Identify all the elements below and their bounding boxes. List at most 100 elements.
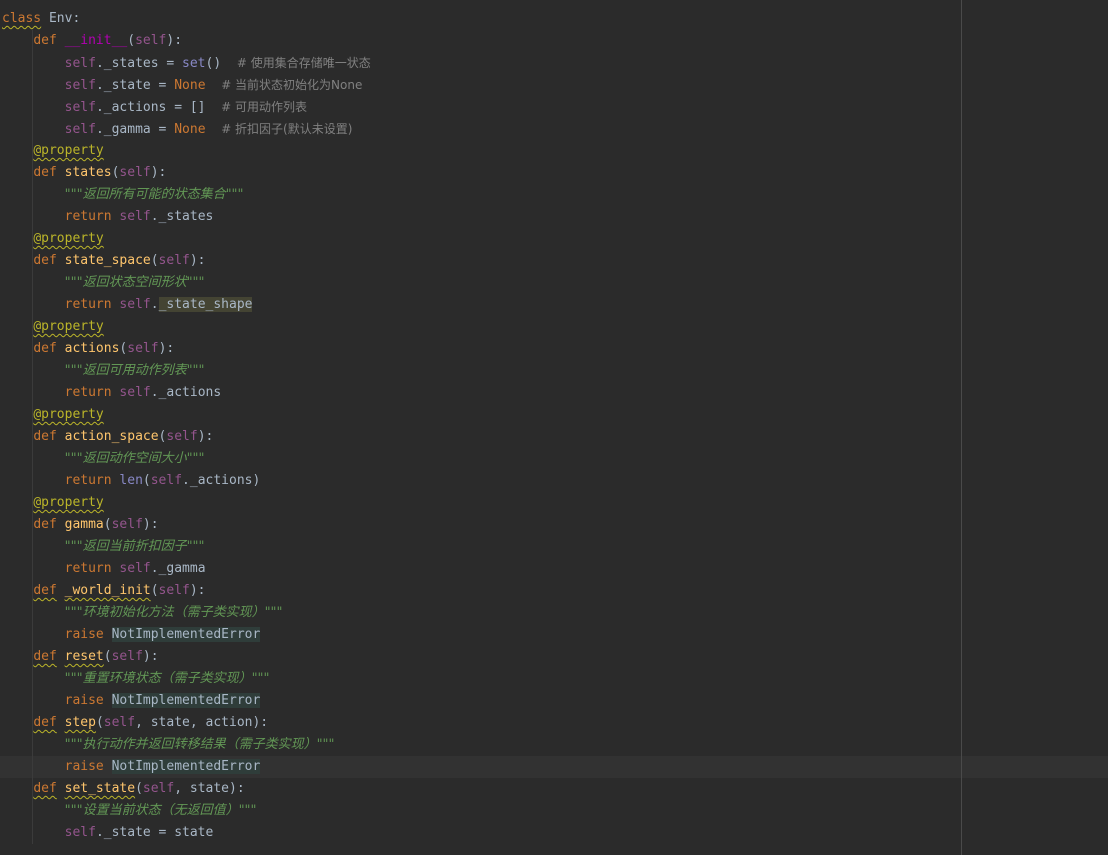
method-name: action_space	[64, 429, 159, 444]
self-keyword: self	[150, 473, 183, 488]
code-editor[interactable]: class Env: def __init__(self): self._sta…	[0, 0, 1108, 855]
comment: # 当前状态初始化为None	[221, 78, 363, 92]
exception-name[interactable]: NotImplementedError	[111, 759, 261, 774]
code-line[interactable]: self._state = None # 当前状态初始化为None	[2, 74, 371, 96]
keyword: def	[33, 253, 57, 268]
class-name: Env:	[41, 11, 81, 26]
keyword: def	[33, 165, 57, 180]
code-line[interactable]: raise NotImplementedError	[2, 624, 371, 646]
code-line[interactable]: def reset(self):	[2, 646, 371, 668]
code-line[interactable]: @property	[2, 404, 371, 426]
self-keyword: self	[111, 517, 143, 532]
code-line[interactable]: return len(self._actions)	[2, 470, 371, 492]
code-line[interactable]: @property	[2, 492, 371, 514]
code-line[interactable]: def state_space(self):	[2, 250, 371, 272]
self-keyword: self	[64, 78, 96, 93]
docstring: """重置环境状态（需子类实现）"""	[64, 671, 270, 686]
code-text: ._gamma	[150, 561, 206, 576]
code-line[interactable]: """返回动作空间大小"""	[2, 448, 371, 470]
code-line[interactable]: def step(self, state, action):	[2, 712, 371, 734]
self-keyword: self	[64, 122, 96, 137]
code-line[interactable]: raise NotImplementedError	[2, 690, 371, 712]
self-keyword: self	[119, 385, 151, 400]
self-keyword: self	[135, 33, 167, 48]
method-name: set_state	[64, 781, 136, 796]
method-name: reset	[64, 649, 104, 664]
none-literal: None	[174, 122, 206, 137]
keyword: def	[33, 715, 57, 730]
code-line[interactable]: return self._gamma	[2, 558, 371, 580]
code-line[interactable]: raise NotImplementedError	[2, 756, 371, 778]
keyword: def	[33, 781, 57, 796]
builtin: len	[119, 473, 143, 488]
code-line[interactable]: self._state = state	[2, 822, 371, 844]
docstring: """环境初始化方法（需子类实现）"""	[64, 605, 283, 620]
code-line[interactable]: """返回当前折扣因子"""	[2, 536, 371, 558]
code-line[interactable]: """返回可用动作列表"""	[2, 360, 371, 382]
method-name: step	[64, 715, 96, 730]
exception-name[interactable]: NotImplementedError	[111, 693, 261, 708]
code-text: ()	[205, 56, 222, 71]
code-line[interactable]: """设置当前状态（无返回值）"""	[2, 800, 371, 822]
unresolved-reference[interactable]: _state_shape	[158, 297, 253, 312]
decorator: @property	[33, 143, 104, 158]
code-text: ._state = state	[95, 825, 214, 840]
code-line[interactable]: @property	[2, 228, 371, 250]
exception-name[interactable]: NotImplementedError	[111, 627, 261, 642]
code-text: , state, action	[135, 715, 253, 730]
method-name: gamma	[64, 517, 104, 532]
code-line[interactable]: @property	[2, 316, 371, 338]
self-keyword: self	[111, 649, 143, 664]
keyword: return	[64, 209, 112, 224]
method-name: states	[64, 165, 112, 180]
keyword: def	[33, 33, 57, 48]
keyword: def	[33, 341, 57, 356]
code-line[interactable]: self._gamma = None # 折扣因子(默认未设置)	[2, 118, 371, 140]
keyword: return	[64, 473, 112, 488]
self-keyword: self	[166, 429, 198, 444]
code-line[interactable]: """重置环境状态（需子类实现）"""	[2, 668, 371, 690]
self-keyword: self	[158, 583, 190, 598]
code-line[interactable]: def actions(self):	[2, 338, 371, 360]
self-keyword: self	[64, 100, 96, 115]
docstring: """返回动作空间大小"""	[64, 451, 205, 466]
keyword: def	[33, 517, 57, 532]
code-text: ._states	[150, 209, 214, 224]
code-line[interactable]: return self._state_shape	[2, 294, 371, 316]
code-line[interactable]: self._actions = [] # 可用动作列表	[2, 96, 371, 118]
code-line[interactable]: def __init__(self):	[2, 30, 371, 52]
docstring: """返回可用动作列表"""	[64, 363, 205, 378]
docstring: """设置当前状态（无返回值）"""	[64, 803, 257, 818]
code-line[interactable]: @property	[2, 140, 371, 162]
code-text: ._actions	[150, 385, 222, 400]
keyword: return	[64, 561, 112, 576]
code-text: ._actions)	[182, 473, 261, 488]
self-keyword: self	[64, 56, 96, 71]
code-line[interactable]: class Env:	[2, 8, 371, 30]
code-line[interactable]: return self._states	[2, 206, 371, 228]
code-line[interactable]: self._states = set() # 使用集合存储唯一状态	[2, 52, 371, 74]
code-line[interactable]: """环境初始化方法（需子类实现）"""	[2, 602, 371, 624]
code-lines[interactable]: class Env: def __init__(self): self._sta…	[2, 8, 371, 844]
self-keyword: self	[103, 715, 136, 730]
self-keyword: self	[158, 253, 190, 268]
code-line[interactable]: def set_state(self, state):	[2, 778, 371, 800]
code-line[interactable]: def _world_init(self):	[2, 580, 371, 602]
code-text: ._gamma =	[95, 122, 175, 137]
keyword: def	[33, 583, 57, 598]
code-line[interactable]: """执行动作并返回转移结果（需子类实现）"""	[2, 734, 371, 756]
code-line[interactable]: return self._actions	[2, 382, 371, 404]
decorator: @property	[33, 231, 104, 246]
decorator: @property	[33, 319, 104, 334]
decorator: @property	[33, 495, 104, 510]
keyword: raise	[64, 627, 104, 642]
code-line[interactable]: def states(self):	[2, 162, 371, 184]
self-keyword: self	[119, 209, 151, 224]
code-line[interactable]: """返回状态空间形状"""	[2, 272, 371, 294]
docstring: """返回当前折扣因子"""	[64, 539, 205, 554]
code-line[interactable]: """返回所有可能的状态集合"""	[2, 184, 371, 206]
code-text: ._states =	[95, 56, 183, 71]
decorator: @property	[33, 407, 104, 422]
code-line[interactable]: def action_space(self):	[2, 426, 371, 448]
code-line[interactable]: def gamma(self):	[2, 514, 371, 536]
